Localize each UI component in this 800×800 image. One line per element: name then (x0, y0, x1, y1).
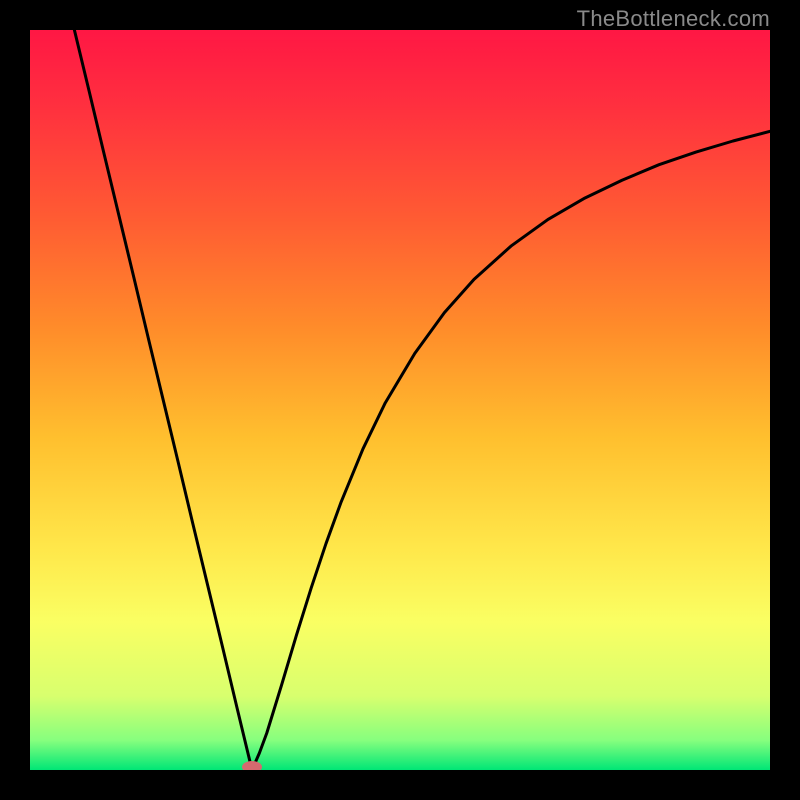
gradient-bg (30, 30, 770, 770)
plot-area (30, 30, 770, 770)
chart-svg (30, 30, 770, 770)
watermark-label: TheBottleneck.com (577, 6, 770, 32)
chart-frame: TheBottleneck.com (0, 0, 800, 800)
